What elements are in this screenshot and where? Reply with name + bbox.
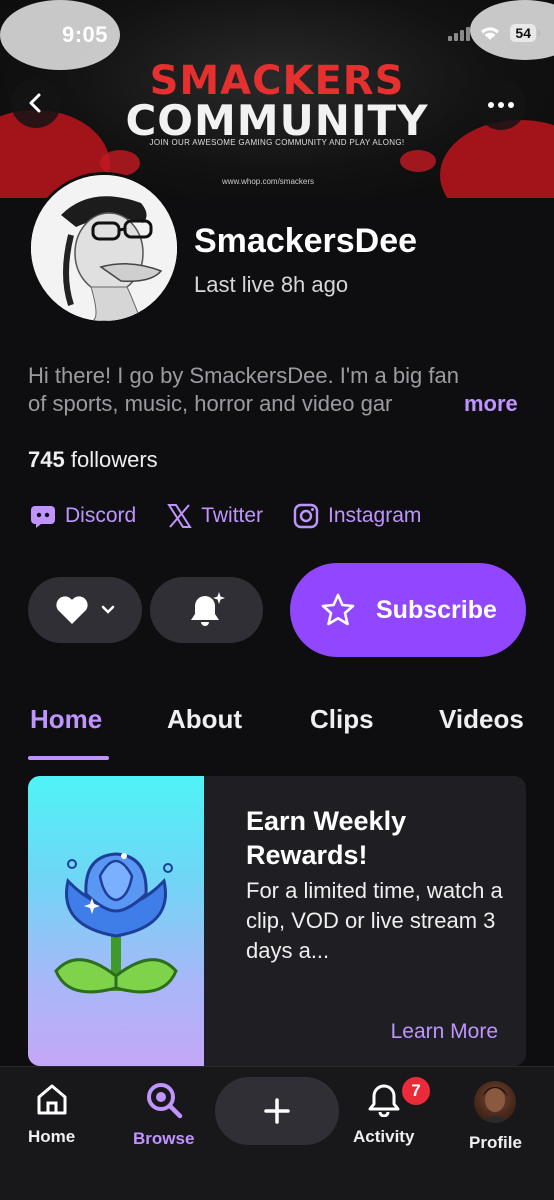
discord-link[interactable]: Discord — [30, 504, 136, 528]
home-icon — [37, 1084, 67, 1115]
create-button[interactable] — [215, 1077, 339, 1145]
banner-url: www.whop.com/smackers — [222, 177, 315, 186]
bio-line-2: of sports, music, horror and video gar — [28, 391, 393, 416]
plus-icon — [264, 1098, 290, 1124]
followers-count: 745 followers — [28, 447, 158, 473]
battery-indicator: 54 — [510, 24, 540, 42]
tab-videos[interactable]: Videos — [439, 704, 524, 735]
tab-home[interactable]: Home — [30, 704, 102, 735]
channel-bio: Hi there! I go by SmackersDee. I'm a big… — [28, 362, 528, 418]
nav-browse[interactable]: Browse — [133, 1081, 194, 1149]
subscribe-label: Subscribe — [376, 596, 497, 624]
last-live-status: Last live 8h ago — [194, 272, 349, 297]
more-dots-icon — [488, 102, 514, 108]
bio-line-1: Hi there! I go by SmackersDee. I'm a big… — [28, 363, 459, 388]
more-options-button[interactable] — [476, 80, 526, 130]
promo-art — [28, 776, 204, 1066]
banner-splatter — [400, 150, 436, 172]
promo-description: For a limited time, watch a clip, VOD or… — [246, 878, 503, 963]
discord-label: Discord — [65, 504, 137, 527]
bottom-navigation: Home Browse Activity 7 Profile — [0, 1066, 554, 1200]
discord-icon — [31, 506, 55, 528]
profile-avatar — [474, 1081, 517, 1123]
wifi-icon — [481, 27, 500, 40]
instagram-link[interactable]: Instagram — [293, 503, 421, 529]
social-links: Discord Twitter Instagram — [30, 503, 421, 529]
subscribe-button[interactable]: Subscribe — [290, 563, 526, 657]
x-twitter-icon — [167, 504, 193, 528]
bell-sparkle-icon — [190, 592, 225, 626]
nav-activity-label: Activity — [353, 1127, 415, 1146]
channel-avatar[interactable] — [28, 172, 180, 324]
tab-clips[interactable]: Clips — [310, 704, 374, 735]
heart-icon — [56, 596, 88, 624]
nav-browse-label: Browse — [133, 1129, 195, 1148]
chevron-down-icon — [101, 605, 115, 614]
bio-more-link[interactable]: more — [464, 390, 518, 418]
rewards-promo-card[interactable]: Earn Weekly Rewards! For a limited time,… — [28, 776, 526, 1066]
flower-icon — [54, 852, 178, 994]
active-tab-indicator — [28, 756, 109, 760]
notifications-button[interactable] — [150, 577, 263, 643]
avatar-illustration — [31, 175, 177, 321]
star-icon — [321, 593, 355, 626]
promo-title: Earn Weekly Rewards! — [246, 806, 407, 870]
followers-number: 745 — [28, 447, 65, 472]
channel-name: SmackersDee — [194, 222, 418, 260]
status-icons: 54 — [448, 24, 540, 42]
nav-profile[interactable]: Profile — [469, 1081, 522, 1153]
nav-home[interactable]: Home — [28, 1081, 75, 1147]
back-button[interactable] — [11, 78, 61, 128]
channel-banner: 9:05 54 SMACKERS COMMUNITY JOIN OUR AWES… — [0, 0, 554, 198]
nav-profile-label: Profile — [469, 1133, 522, 1152]
status-time: 9:05 — [62, 22, 109, 47]
twitter-label: Twitter — [201, 504, 264, 527]
instagram-icon — [293, 503, 319, 529]
nav-home-label: Home — [28, 1127, 76, 1146]
signal-icon — [448, 25, 471, 41]
activity-count-badge: 7 — [400, 1075, 432, 1107]
chevron-left-icon — [29, 93, 41, 113]
twitter-link[interactable]: Twitter — [166, 503, 263, 529]
learn-more-link[interactable]: Learn More — [391, 1020, 498, 1044]
followers-label: followers — [70, 447, 158, 472]
bell-icon — [368, 1084, 400, 1117]
tab-about[interactable]: About — [167, 704, 242, 735]
banner-tagline: JOIN OUR AWESOME GAMING COMMUNITY AND PL… — [149, 138, 405, 147]
instagram-label: Instagram — [328, 504, 422, 527]
profile-avatar-illustration — [480, 1087, 511, 1123]
search-icon — [146, 1083, 182, 1119]
channel-tabs: Home About Clips Videos — [0, 704, 554, 760]
follow-button[interactable] — [28, 577, 142, 643]
